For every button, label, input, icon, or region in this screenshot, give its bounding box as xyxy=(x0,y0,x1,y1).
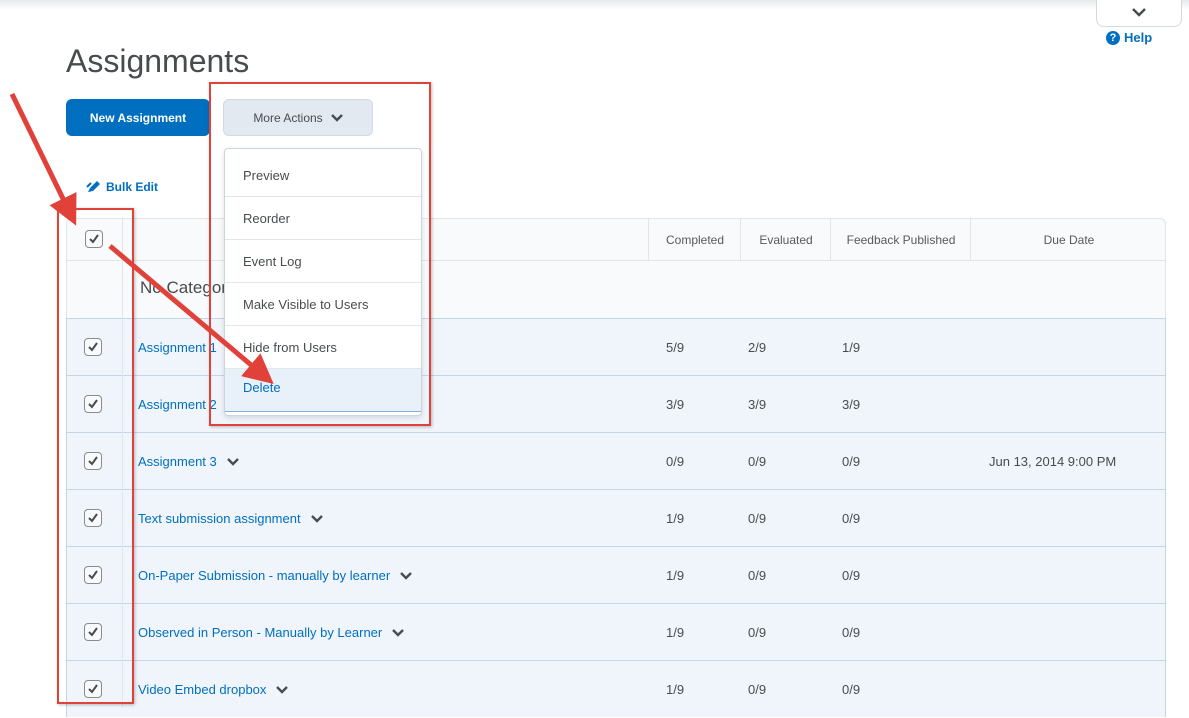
completed-cell: 3/9 xyxy=(666,397,685,412)
more-actions-label: More Actions xyxy=(253,110,323,125)
assignment-name: Assignment 1 xyxy=(138,340,217,355)
column-divider xyxy=(970,218,971,261)
menu-item-reorder[interactable]: Reorder xyxy=(225,197,421,240)
assignment-name: Video Embed dropbox xyxy=(138,682,267,697)
bulk-edit-label: Bulk Edit xyxy=(106,180,159,194)
checkmark-icon xyxy=(88,627,98,637)
arrow-to-checkbox xyxy=(9,92,77,226)
collapse-tab[interactable] xyxy=(1096,0,1182,27)
table-row: Assignment 3 0/9 0/9 0/9 Jun 13, 2014 9:00 P… xyxy=(66,432,1166,489)
completed-cell: 1/9 xyxy=(666,511,685,526)
row-checkbox[interactable] xyxy=(84,338,102,356)
assignment-name-link[interactable]: Observed in Person - Manually by Learner xyxy=(138,604,405,661)
row-checkbox[interactable] xyxy=(84,623,102,641)
checkmark-icon xyxy=(88,456,98,466)
row-checkbox[interactable] xyxy=(84,395,102,413)
menu-item-hide[interactable]: Hide from Users xyxy=(225,326,421,369)
feedback-published-cell: 3/9 xyxy=(842,397,861,412)
assignment-name-link[interactable]: Text submission assignment xyxy=(138,490,323,547)
feedback-published-cell: 0/9 xyxy=(842,511,861,526)
feedback-published-cell: 0/9 xyxy=(842,454,861,469)
checkmark-icon xyxy=(88,513,98,523)
column-divider xyxy=(740,218,741,261)
feedback-published-cell: 1/9 xyxy=(842,340,861,355)
select-all-checkbox[interactable] xyxy=(85,230,103,248)
assignment-name: Text submission assignment xyxy=(138,511,301,526)
assignment-name-link[interactable]: Assignment 3 xyxy=(138,433,239,490)
feedback-published-cell: 0/9 xyxy=(842,568,861,583)
evaluated-cell: 0/9 xyxy=(748,511,767,526)
help-icon: ? xyxy=(1106,30,1120,45)
evaluated-cell: 0/9 xyxy=(748,568,767,583)
chevron-down-icon xyxy=(392,628,405,637)
assignment-name: Assignment 2 xyxy=(138,397,217,412)
due-date-cell: Jun 13, 2014 9:00 PM xyxy=(989,454,1117,469)
column-divider xyxy=(648,218,649,261)
evaluated-cell: 0/9 xyxy=(748,454,767,469)
checkmark-icon xyxy=(88,399,98,409)
completed-cell: 1/9 xyxy=(666,568,685,583)
checkmark-icon xyxy=(89,234,99,244)
chevron-down-icon xyxy=(276,685,289,694)
checkmark-icon xyxy=(88,684,98,694)
chevron-down-icon xyxy=(330,113,343,122)
assignment-name-link[interactable]: Video Embed dropbox xyxy=(138,661,289,718)
assignment-name: On-Paper Submission - manually by learne… xyxy=(138,568,391,583)
checkmark-icon xyxy=(88,570,98,580)
pencil-icon xyxy=(86,181,100,192)
help-label: Help xyxy=(1124,30,1153,45)
new-assignment-button[interactable]: New Assignment xyxy=(66,99,210,136)
row-checkbox[interactable] xyxy=(84,509,102,527)
table-row: Observed in Person - Manually by Learner… xyxy=(66,603,1166,660)
assignment-name-link[interactable]: On-Paper Submission - manually by learne… xyxy=(138,547,413,604)
evaluated-cell: 0/9 xyxy=(748,682,767,697)
row-checkbox[interactable] xyxy=(84,680,102,698)
column-header-feedback-published[interactable]: Feedback Published xyxy=(831,219,971,262)
help-link[interactable]: ? Help xyxy=(1106,30,1152,45)
evaluated-cell: 2/9 xyxy=(748,340,767,355)
feedback-published-cell: 0/9 xyxy=(842,625,861,640)
evaluated-cell: 0/9 xyxy=(748,625,767,640)
evaluated-cell: 3/9 xyxy=(748,397,767,412)
completed-cell: 1/9 xyxy=(666,625,685,640)
category-label: No Category xyxy=(140,278,236,297)
top-shade xyxy=(0,0,1189,10)
page-title: Assignments xyxy=(66,43,250,80)
chevron-down-icon xyxy=(310,514,323,523)
table-row: On-Paper Submission - manually by learne… xyxy=(66,546,1166,603)
completed-cell: 0/9 xyxy=(666,454,685,469)
row-checkbox[interactable] xyxy=(84,452,102,470)
assignment-name: Observed in Person - Manually by Learner xyxy=(138,625,383,640)
row-checkbox[interactable] xyxy=(84,566,102,584)
more-actions-button[interactable]: More Actions xyxy=(223,99,373,136)
column-divider xyxy=(122,218,123,708)
column-divider xyxy=(830,218,831,261)
column-header-evaluated[interactable]: Evaluated xyxy=(741,219,831,262)
column-header-due-date[interactable]: Due Date xyxy=(971,219,1167,262)
assignment-name: Assignment 3 xyxy=(138,454,217,469)
menu-item-delete[interactable]: Delete xyxy=(225,369,421,412)
chevron-down-icon xyxy=(226,457,239,466)
column-header-completed[interactable]: Completed xyxy=(649,219,741,262)
menu-item-make-visible[interactable]: Make Visible to Users xyxy=(225,283,421,326)
menu-item-preview[interactable]: Preview xyxy=(225,154,421,197)
completed-cell: 1/9 xyxy=(666,682,685,697)
table-row: Text submission assignment 1/9 0/9 0/9 xyxy=(66,489,1166,546)
checkmark-icon xyxy=(88,342,98,352)
table-row: Video Embed dropbox 1/9 0/9 0/9 xyxy=(66,660,1166,717)
chevron-down-icon xyxy=(1132,8,1146,17)
feedback-published-cell: 0/9 xyxy=(842,682,861,697)
completed-cell: 5/9 xyxy=(666,340,685,355)
bulk-edit-link[interactable]: Bulk Edit xyxy=(86,180,158,194)
menu-item-event-log[interactable]: Event Log xyxy=(225,240,421,283)
more-actions-menu: Preview Reorder Event Log Make Visible t… xyxy=(224,148,422,416)
chevron-down-icon xyxy=(400,571,413,580)
